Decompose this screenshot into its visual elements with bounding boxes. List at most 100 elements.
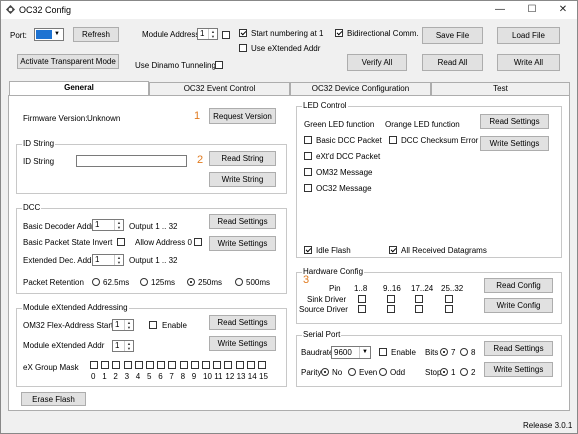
group-mask-checkbox-4[interactable] bbox=[134, 361, 143, 369]
group-mask-checkbox-12[interactable] bbox=[224, 361, 233, 369]
led-write-settings-button[interactable]: Write Settings bbox=[480, 136, 549, 151]
group-mask-checkbox-14[interactable] bbox=[246, 361, 255, 369]
group-mask-checkbox-9[interactable] bbox=[190, 361, 199, 369]
read-string-button[interactable]: Read String bbox=[209, 151, 276, 166]
oc32-message-checkbox[interactable] bbox=[304, 184, 312, 192]
group-mask-checkbox-7[interactable] bbox=[168, 361, 177, 369]
source-9-16-checkbox[interactable] bbox=[387, 305, 395, 313]
serial-read-settings-button[interactable]: Read Settings bbox=[484, 341, 553, 356]
refresh-button[interactable]: Refresh bbox=[73, 27, 119, 42]
bits-radio-7[interactable] bbox=[440, 348, 448, 356]
activate-transparent-button[interactable]: Activate Transparent Mode bbox=[17, 54, 119, 69]
tab-test[interactable]: Test bbox=[431, 82, 570, 95]
parity-radio-odd[interactable] bbox=[379, 368, 387, 376]
source-17-24-checkbox[interactable] bbox=[415, 305, 423, 313]
baudrate-value: 9600 bbox=[334, 348, 352, 357]
serial-enable-checkbox[interactable] bbox=[379, 348, 387, 356]
chevron-down-icon: ▼ bbox=[54, 31, 60, 37]
save-file-button[interactable]: Save File bbox=[422, 27, 483, 44]
mxa-read-settings-button[interactable]: Read Settings bbox=[209, 315, 276, 330]
dcc-write-settings-button[interactable]: Write Settings bbox=[209, 236, 276, 251]
basic-decoder-label: Basic Decoder Addr bbox=[23, 222, 94, 231]
source-25-32-checkbox[interactable] bbox=[445, 305, 453, 313]
sink-17-24-checkbox[interactable] bbox=[415, 295, 423, 303]
retention-radio-0[interactable] bbox=[92, 278, 100, 286]
retention-radio-2[interactable] bbox=[187, 278, 195, 286]
dcc-checksum-checkbox[interactable] bbox=[389, 136, 397, 144]
idle-flash-checkbox[interactable] bbox=[304, 246, 312, 254]
group-mask-checkbox-2[interactable] bbox=[112, 361, 121, 369]
all-received-checkbox[interactable] bbox=[389, 246, 397, 254]
verify-all-button[interactable]: Verify All bbox=[347, 54, 407, 71]
dcc-read-settings-button[interactable]: Read Settings bbox=[209, 214, 276, 229]
bidirectional-label: Bidirectional Comm. bbox=[347, 29, 419, 38]
sink-9-16-checkbox[interactable] bbox=[387, 295, 395, 303]
write-config-button[interactable]: Write Config bbox=[484, 298, 553, 313]
allow-address0-checkbox[interactable] bbox=[194, 238, 202, 246]
group-mask-checkbox-13[interactable] bbox=[235, 361, 244, 369]
sink-25-32-checkbox[interactable] bbox=[445, 295, 453, 303]
tab-device-configuration[interactable]: OC32 Device Configuration bbox=[290, 82, 431, 95]
group-mask-checkbox-3[interactable] bbox=[123, 361, 132, 369]
group-mask-checkbox-6[interactable] bbox=[157, 361, 166, 369]
bits-radio-8[interactable] bbox=[460, 348, 468, 356]
read-all-button[interactable]: Read All bbox=[422, 54, 483, 71]
retention-radio-3[interactable] bbox=[235, 278, 243, 286]
group-mask-checkbox-1[interactable] bbox=[101, 361, 110, 369]
mxa-write-settings-button[interactable]: Write Settings bbox=[209, 336, 276, 351]
group-mask-number-4: 4 bbox=[135, 372, 141, 381]
group-mask-checkbox-11[interactable] bbox=[213, 361, 222, 369]
load-file-button[interactable]: Load File bbox=[497, 27, 560, 44]
write-all-button[interactable]: Write All bbox=[497, 54, 560, 71]
group-mask-checkbox-8[interactable] bbox=[179, 361, 188, 369]
maximize-button[interactable]: ☐ bbox=[518, 1, 546, 19]
write-string-button[interactable]: Write String bbox=[209, 172, 276, 187]
extd-dcc-packet-checkbox[interactable] bbox=[304, 152, 312, 160]
basic-decoder-spinner[interactable]: 1 ▲ ▼ bbox=[92, 219, 124, 231]
baudrate-select[interactable]: 9600 ▼ bbox=[331, 346, 371, 359]
retention-option-1: 125ms bbox=[151, 278, 176, 287]
flex-enable-checkbox[interactable] bbox=[149, 321, 157, 329]
sink-1-8-checkbox[interactable] bbox=[358, 295, 366, 303]
id-string-input[interactable] bbox=[76, 155, 187, 167]
port-select[interactable]: ▼ bbox=[34, 28, 64, 41]
parity-radio-no[interactable] bbox=[321, 368, 329, 376]
module-address-spinner[interactable]: 1 ▲ ▼ bbox=[197, 28, 218, 40]
flex-start-spinner[interactable]: 1 ▲ ▼ bbox=[112, 319, 134, 331]
group-mask-checkbox-5[interactable] bbox=[146, 361, 154, 369]
bidirectional-checkbox[interactable] bbox=[335, 29, 343, 37]
retention-radio-1[interactable] bbox=[140, 278, 148, 286]
stop-radio-1[interactable] bbox=[440, 368, 448, 376]
group-mask-checkbox-10[interactable] bbox=[202, 361, 210, 369]
basic-dcc-packet-checkbox[interactable] bbox=[304, 136, 312, 144]
stop-radio-2[interactable] bbox=[460, 368, 468, 376]
module-ext-spinner[interactable]: 1 ▲ ▼ bbox=[112, 340, 134, 352]
start-numbering-checkbox[interactable] bbox=[239, 29, 247, 37]
extended-dec-spinner[interactable]: 1 ▲ ▼ bbox=[92, 254, 124, 266]
basic-packet-invert-label: Basic Packet State Invert bbox=[23, 238, 113, 247]
module-address-label: Module Address bbox=[142, 30, 200, 39]
module-address-checkbox[interactable] bbox=[222, 31, 230, 39]
tab-general[interactable]: General bbox=[9, 81, 149, 96]
retention-option-2: 250ms bbox=[198, 278, 223, 287]
basic-packet-invert-checkbox[interactable] bbox=[117, 238, 125, 246]
read-config-button[interactable]: Read Config bbox=[484, 278, 553, 293]
title-bar: OC32 Config — ☐ ✕ bbox=[1, 1, 577, 19]
extended-dec-label: Extended Dec. Addr bbox=[23, 256, 95, 265]
erase-flash-button[interactable]: Erase Flash bbox=[21, 392, 86, 406]
use-extended-checkbox[interactable] bbox=[239, 44, 247, 52]
tab-event-control[interactable]: OC32 Event Control bbox=[149, 82, 290, 95]
led-read-settings-button[interactable]: Read Settings bbox=[480, 114, 549, 129]
request-version-button[interactable]: Request Version bbox=[209, 108, 276, 124]
om32-message-checkbox[interactable] bbox=[304, 168, 312, 176]
pin-range-3: 25..32 bbox=[441, 284, 464, 293]
minimize-button[interactable]: — bbox=[486, 1, 514, 19]
group-mask-checkbox-15[interactable] bbox=[258, 361, 266, 369]
use-dinamo-checkbox[interactable] bbox=[215, 61, 223, 69]
source-1-8-checkbox[interactable] bbox=[358, 305, 366, 313]
parity-radio-even[interactable] bbox=[348, 368, 356, 376]
parity-option-even: Even bbox=[359, 368, 378, 377]
close-button[interactable]: ✕ bbox=[549, 1, 577, 19]
serial-write-settings-button[interactable]: Write Settings bbox=[484, 362, 553, 377]
group-mask-checkbox-0[interactable] bbox=[90, 361, 98, 369]
